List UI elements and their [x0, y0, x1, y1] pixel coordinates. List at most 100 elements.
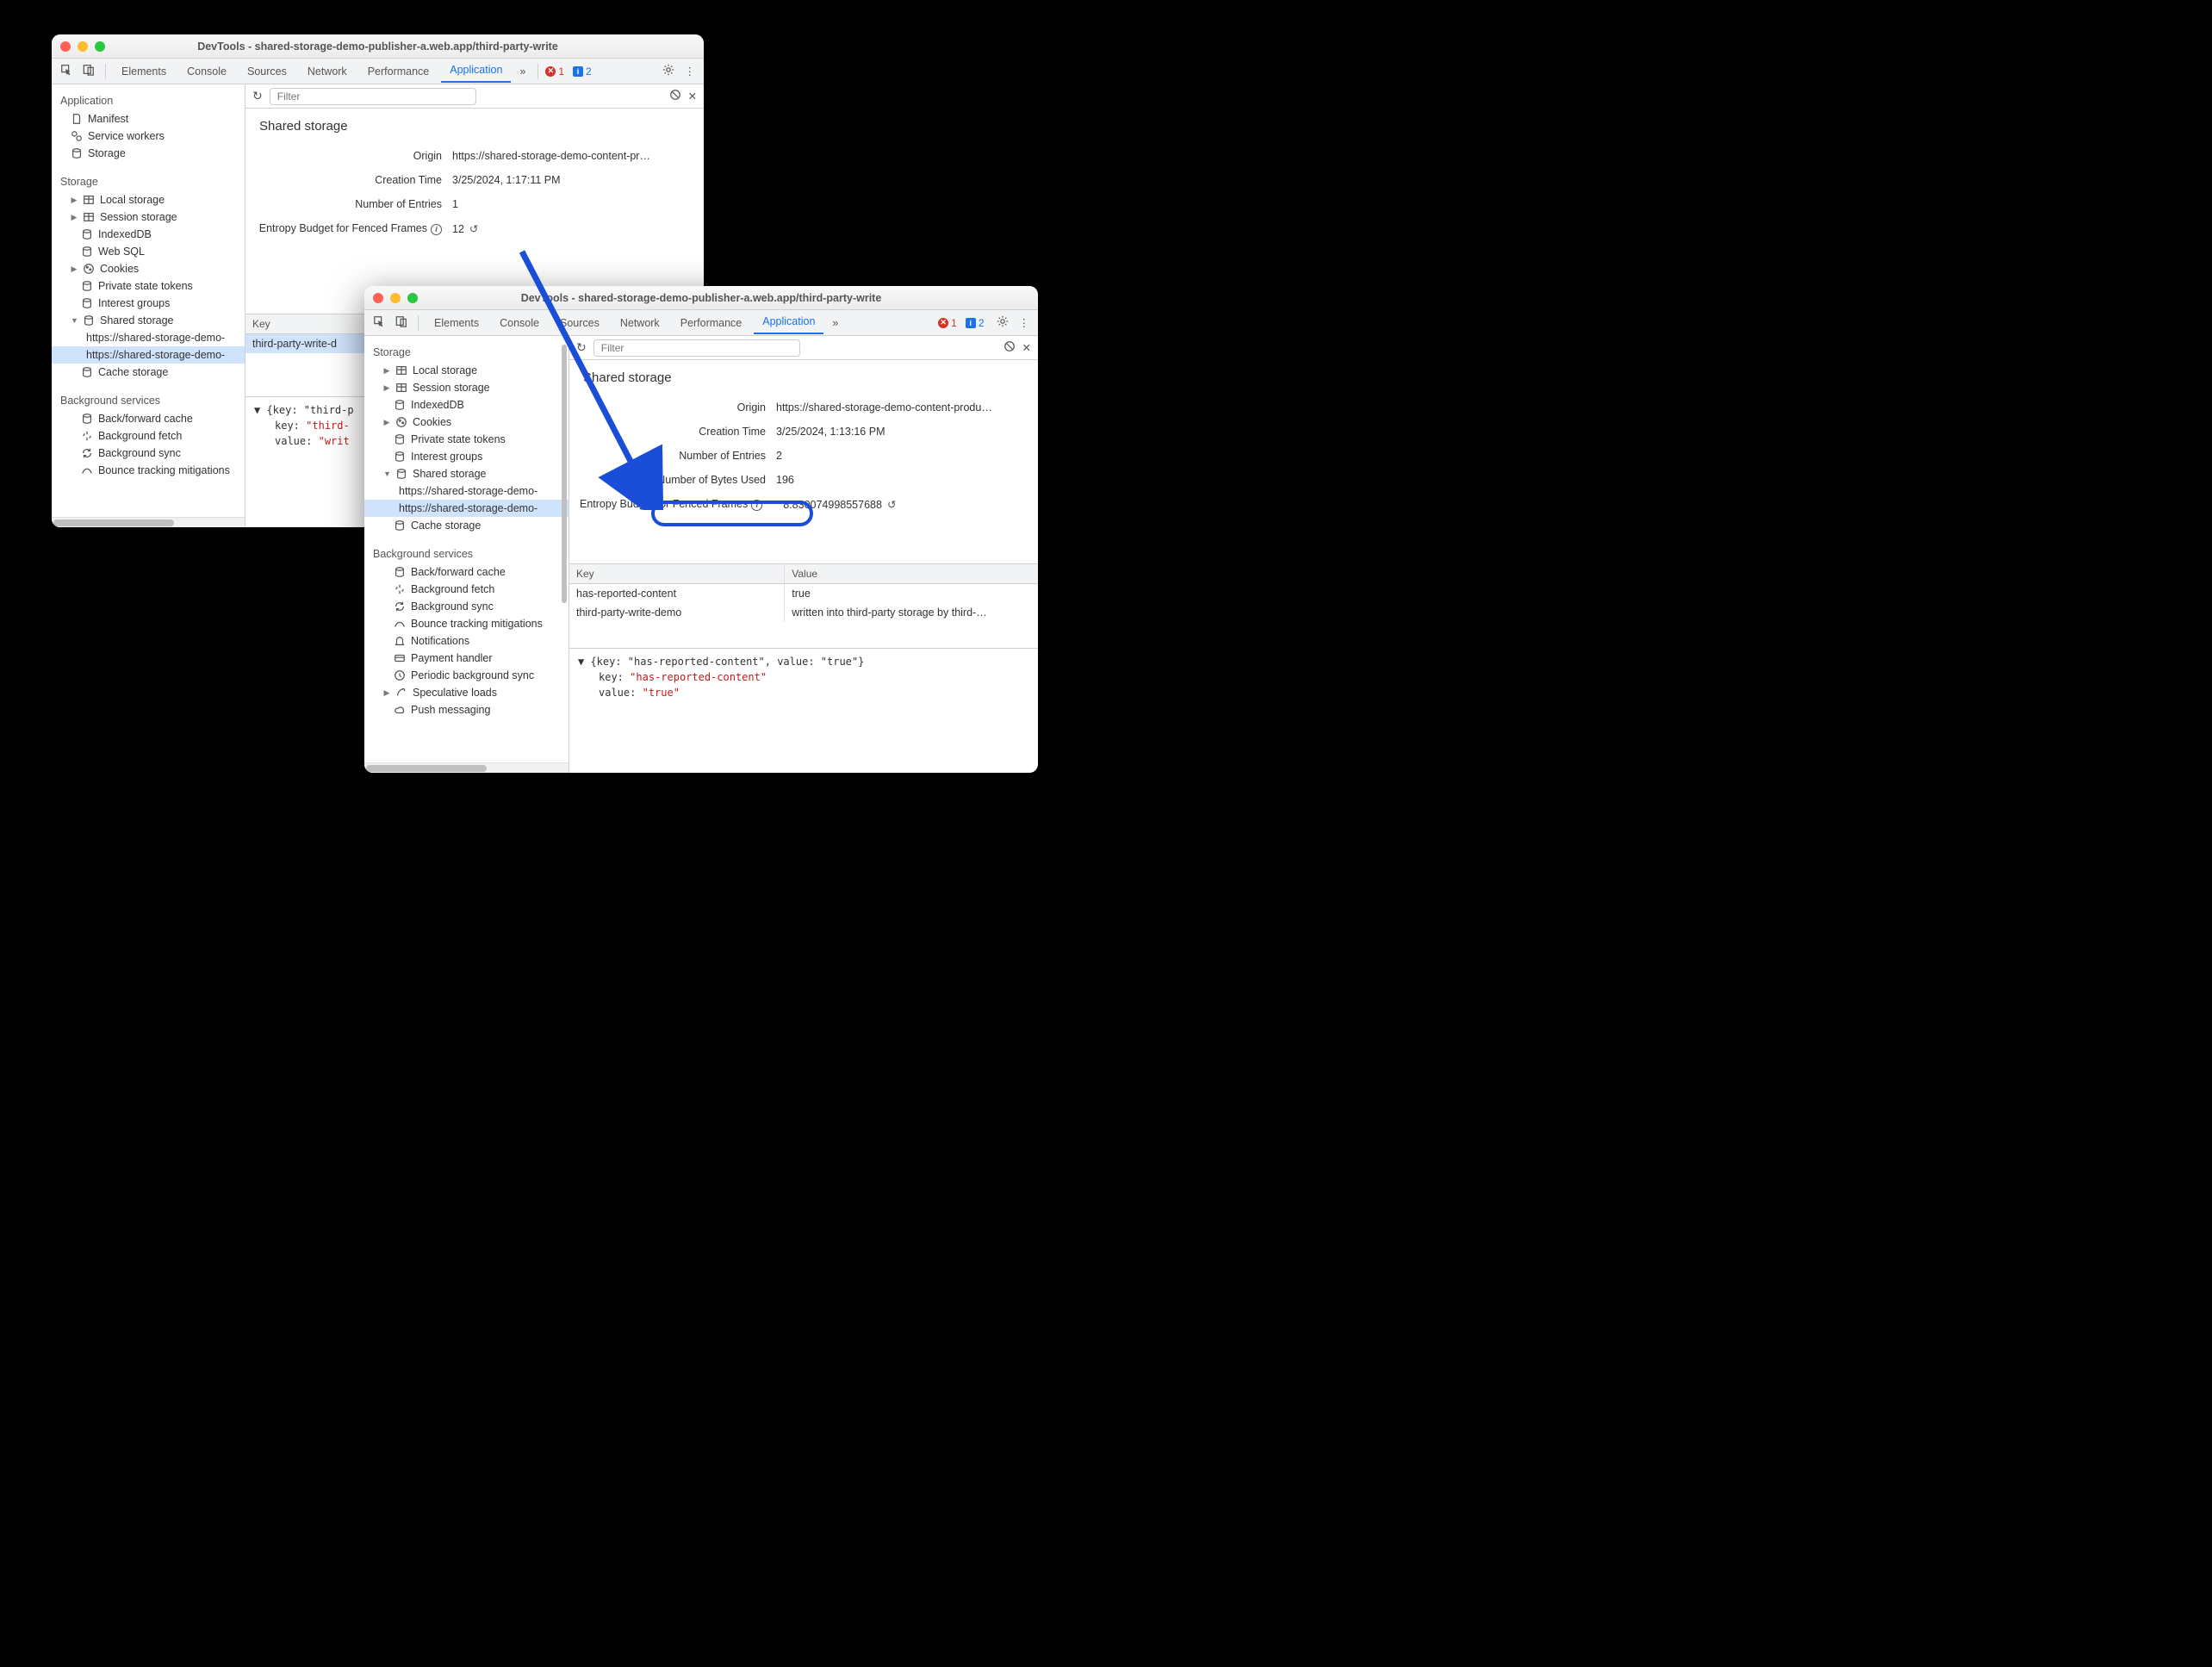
- tab-console[interactable]: Console: [178, 62, 235, 81]
- sidebar-item-shared-storage[interactable]: ▼Shared storage: [52, 312, 245, 329]
- sidebar-item-periodic-sync[interactable]: Periodic background sync: [364, 667, 569, 684]
- tab-network[interactable]: Network: [612, 314, 668, 333]
- sidebar-item-private-state-tokens[interactable]: Private state tokens: [364, 431, 569, 448]
- sidebar-origin-item[interactable]: https://shared-storage-demo-: [52, 329, 245, 346]
- sidebar-item-interest-groups[interactable]: Interest groups: [364, 448, 569, 465]
- sidebar-item-shared-storage[interactable]: ▼Shared storage: [364, 465, 569, 482]
- settings-icon[interactable]: [659, 64, 678, 78]
- database-icon: [394, 399, 406, 411]
- sidebar-item-bg-fetch[interactable]: Background fetch: [52, 427, 245, 445]
- close-icon[interactable]: ✕: [1022, 341, 1031, 354]
- sidebar-item-bfcache[interactable]: Back/forward cache: [52, 410, 245, 427]
- device-toggle-icon[interactable]: [392, 315, 411, 330]
- sidebar-origin-item-selected[interactable]: https://shared-storage-demo-: [364, 500, 569, 517]
- device-toggle-icon[interactable]: [79, 64, 98, 78]
- more-tabs-icon[interactable]: »: [827, 317, 843, 329]
- sidebar-item-bounce-tracking[interactable]: Bounce tracking mitigations: [52, 462, 245, 479]
- reset-icon[interactable]: ↺: [469, 223, 478, 235]
- window-title: DevTools - shared-storage-demo-publisher…: [52, 40, 704, 53]
- col-key-header[interactable]: Key: [569, 564, 785, 583]
- v-scrollbar-thumb[interactable]: [562, 345, 567, 603]
- sidebar-item-cache-storage[interactable]: Cache storage: [52, 364, 245, 381]
- kebab-menu-icon[interactable]: ⋮: [1016, 316, 1034, 329]
- sidebar-item-storage[interactable]: Storage: [52, 145, 245, 162]
- block-icon[interactable]: [1003, 340, 1016, 355]
- sidebar-item-private-state-tokens[interactable]: Private state tokens: [52, 277, 245, 295]
- sidebar-item-payment-handler[interactable]: Payment handler: [364, 650, 569, 667]
- sidebar-item-bg-sync[interactable]: Background sync: [364, 598, 569, 615]
- reload-icon[interactable]: ↻: [252, 89, 263, 103]
- caret-down-icon[interactable]: ▼: [578, 656, 590, 668]
- sidebar-h-scrollbar[interactable]: [364, 762, 569, 773]
- error-count[interactable]: ✕1: [545, 65, 564, 78]
- col-value-header[interactable]: Value: [785, 564, 1038, 583]
- caret-down-icon[interactable]: ▼: [254, 404, 266, 416]
- sidebar-origin-item-selected[interactable]: https://shared-storage-demo-: [52, 346, 245, 364]
- maximize-window-button[interactable]: [95, 41, 105, 52]
- more-tabs-icon[interactable]: »: [514, 65, 531, 78]
- sidebar-item-local-storage[interactable]: ▶Local storage: [364, 362, 569, 379]
- close-window-button[interactable]: [60, 41, 71, 52]
- sidebar-item-bg-fetch[interactable]: Background fetch: [364, 581, 569, 598]
- sidebar-item-cookies[interactable]: ▶Cookies: [364, 414, 569, 431]
- caret-right-icon: ▶: [383, 383, 390, 393]
- caret-right-icon: ▶: [71, 196, 78, 205]
- tab-performance[interactable]: Performance: [672, 314, 751, 333]
- tab-network[interactable]: Network: [299, 62, 356, 81]
- tab-console[interactable]: Console: [491, 314, 548, 333]
- filter-input[interactable]: [270, 88, 476, 105]
- sidebar-h-scrollbar[interactable]: [52, 517, 245, 527]
- tab-elements[interactable]: Elements: [426, 314, 488, 333]
- table-row[interactable]: third-party-write-demo written into thir…: [569, 603, 1038, 622]
- sidebar-item-bounce-tracking[interactable]: Bounce tracking mitigations: [364, 615, 569, 632]
- tab-sources[interactable]: Sources: [239, 62, 295, 81]
- close-icon[interactable]: ✕: [688, 90, 697, 103]
- sidebar-item-manifest[interactable]: Manifest: [52, 110, 245, 128]
- maximize-window-button[interactable]: [407, 293, 418, 303]
- sidebar-item-local-storage[interactable]: ▶Local storage: [52, 191, 245, 208]
- inspect-icon[interactable]: [370, 315, 388, 330]
- window-title: DevTools - shared-storage-demo-publisher…: [364, 292, 1038, 304]
- sidebar-item-interest-groups[interactable]: Interest groups: [52, 295, 245, 312]
- database-icon: [81, 297, 93, 309]
- inspect-icon[interactable]: [57, 64, 76, 78]
- tab-elements[interactable]: Elements: [113, 62, 175, 81]
- table-row[interactable]: has-reported-content true: [569, 584, 1038, 603]
- minimize-window-button[interactable]: [390, 293, 401, 303]
- sidebar-item-indexeddb[interactable]: IndexedDB: [364, 396, 569, 414]
- sidebar-item-bg-sync[interactable]: Background sync: [52, 445, 245, 462]
- info-tooltip-icon[interactable]: i: [751, 500, 762, 511]
- reset-icon[interactable]: ↺: [887, 499, 896, 511]
- sync-icon: [81, 430, 93, 442]
- sidebar-item-indexeddb[interactable]: IndexedDB: [52, 226, 245, 243]
- sidebar-item-cache-storage[interactable]: Cache storage: [364, 517, 569, 534]
- sidebar-item-cookies[interactable]: ▶Cookies: [52, 260, 245, 277]
- settings-icon[interactable]: [993, 315, 1012, 330]
- info-count[interactable]: i2: [966, 317, 985, 329]
- tab-performance[interactable]: Performance: [359, 62, 438, 81]
- close-window-button[interactable]: [373, 293, 383, 303]
- reload-icon[interactable]: ↻: [576, 340, 587, 355]
- sidebar-item-websql[interactable]: Web SQL: [52, 243, 245, 260]
- tab-application[interactable]: Application: [754, 312, 823, 334]
- sidebar-item-session-storage[interactable]: ▶Session storage: [364, 379, 569, 396]
- sidebar-item-bfcache[interactable]: Back/forward cache: [364, 563, 569, 581]
- tab-sources[interactable]: Sources: [551, 314, 608, 333]
- sidebar-item-notifications[interactable]: Notifications: [364, 632, 569, 650]
- kebab-menu-icon[interactable]: ⋮: [681, 65, 699, 78]
- block-icon[interactable]: [669, 89, 681, 103]
- filter-input[interactable]: [593, 339, 800, 357]
- tab-application[interactable]: Application: [441, 60, 511, 83]
- minimize-window-button[interactable]: [78, 41, 88, 52]
- detail-origin-label: Origin: [245, 150, 452, 162]
- filter-bar: ↻ ✕: [245, 84, 704, 109]
- devtools-window-2: DevTools - shared-storage-demo-publisher…: [364, 286, 1038, 773]
- sidebar-item-speculative-loads[interactable]: ▶Speculative loads: [364, 684, 569, 701]
- sidebar-origin-item[interactable]: https://shared-storage-demo-: [364, 482, 569, 500]
- error-count[interactable]: ✕1: [938, 317, 957, 329]
- info-count[interactable]: i2: [573, 65, 592, 78]
- sidebar-item-session-storage[interactable]: ▶Session storage: [52, 208, 245, 226]
- sidebar-item-service-workers[interactable]: Service workers: [52, 128, 245, 145]
- sidebar-item-push-messaging[interactable]: Push messaging: [364, 701, 569, 718]
- info-tooltip-icon[interactable]: i: [431, 224, 442, 235]
